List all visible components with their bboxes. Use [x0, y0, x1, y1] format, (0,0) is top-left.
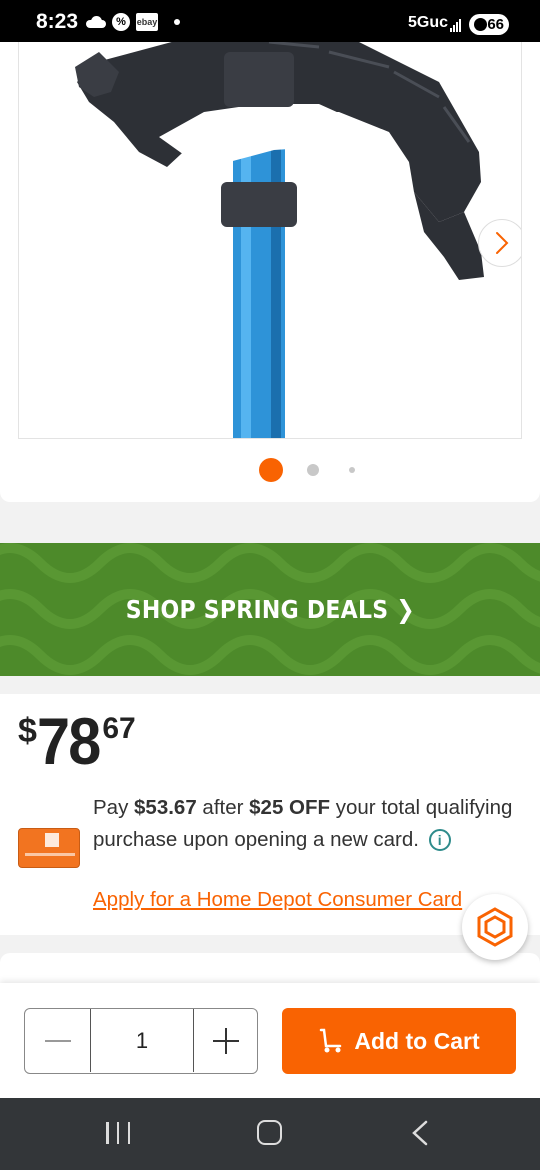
battery-icon: 66 — [469, 14, 509, 35]
dot-icon — [174, 19, 180, 25]
product-gallery — [0, 42, 540, 502]
decrease-quantity-button[interactable] — [25, 1009, 90, 1072]
battery-level: 66 — [487, 16, 504, 33]
add-to-cart-bar: 1 Add to Cart — [0, 983, 540, 1098]
cloud-icon — [86, 16, 106, 28]
power-saving-icon — [474, 18, 487, 31]
status-time: 8:23 — [36, 10, 79, 33]
credit-card-image — [18, 828, 80, 868]
increase-quantity-button[interactable] — [194, 1009, 257, 1072]
system-nav-bar — [0, 1098, 540, 1170]
pagination-dot[interactable] — [349, 467, 355, 473]
chat-assistant-button[interactable] — [462, 894, 528, 960]
tag-icon: % — [112, 13, 130, 31]
next-image-button[interactable] — [478, 219, 521, 267]
price-cents: 67 — [102, 712, 136, 745]
apply-card-link[interactable]: Apply for a Home Depot Consumer Card — [93, 888, 475, 912]
pagination-dot[interactable] — [307, 464, 319, 476]
chevron-right-icon — [496, 232, 509, 254]
hand-truck-icon — [320, 1028, 342, 1053]
add-to-cart-button[interactable]: Add to Cart — [282, 1008, 516, 1074]
quantity-input[interactable]: 1 — [90, 1009, 194, 1072]
hexagon-logo-icon — [477, 907, 513, 947]
status-bar: 8:23 % ebay 5Guc 66 — [0, 0, 540, 42]
price-dollars: 78 — [36, 704, 101, 778]
product-image-frame[interactable] — [18, 42, 522, 439]
gallery-pagination — [0, 457, 540, 483]
price-currency: $ — [18, 712, 37, 750]
home-depot-logo — [45, 833, 59, 847]
info-icon[interactable]: i — [428, 829, 451, 851]
ebay-icon: ebay — [136, 13, 158, 31]
card-promo-text: Pay $53.67 after $25 OFF your total qual… — [93, 796, 513, 851]
recent-apps-icon[interactable] — [106, 1122, 130, 1144]
notification-icons: % ebay — [86, 13, 180, 31]
product-image — [75, 42, 484, 438]
back-icon[interactable] — [410, 1120, 430, 1146]
promo-discount: $25 OFF — [249, 796, 331, 819]
signal-icon — [450, 18, 464, 32]
plus-icon — [212, 1027, 239, 1054]
quantity-stepper: 1 — [24, 1008, 258, 1074]
home-icon[interactable] — [257, 1120, 282, 1145]
network-type: 5Guc — [408, 14, 449, 31]
promo-price: $53.67 — [134, 796, 197, 819]
banner-label: SHOP SPRING DEALS ❯ — [125, 595, 415, 624]
price-section: $ 78 67 Pay $53.67 after $25 OFF your to… — [0, 694, 540, 935]
product-price: $ 78 67 — [18, 708, 136, 774]
add-to-cart-label: Add to Cart — [354, 1027, 480, 1054]
pagination-dot-active[interactable] — [259, 458, 283, 482]
minus-icon — [44, 1039, 71, 1042]
spring-deals-banner[interactable]: SHOP SPRING DEALS ❯ — [0, 543, 540, 676]
